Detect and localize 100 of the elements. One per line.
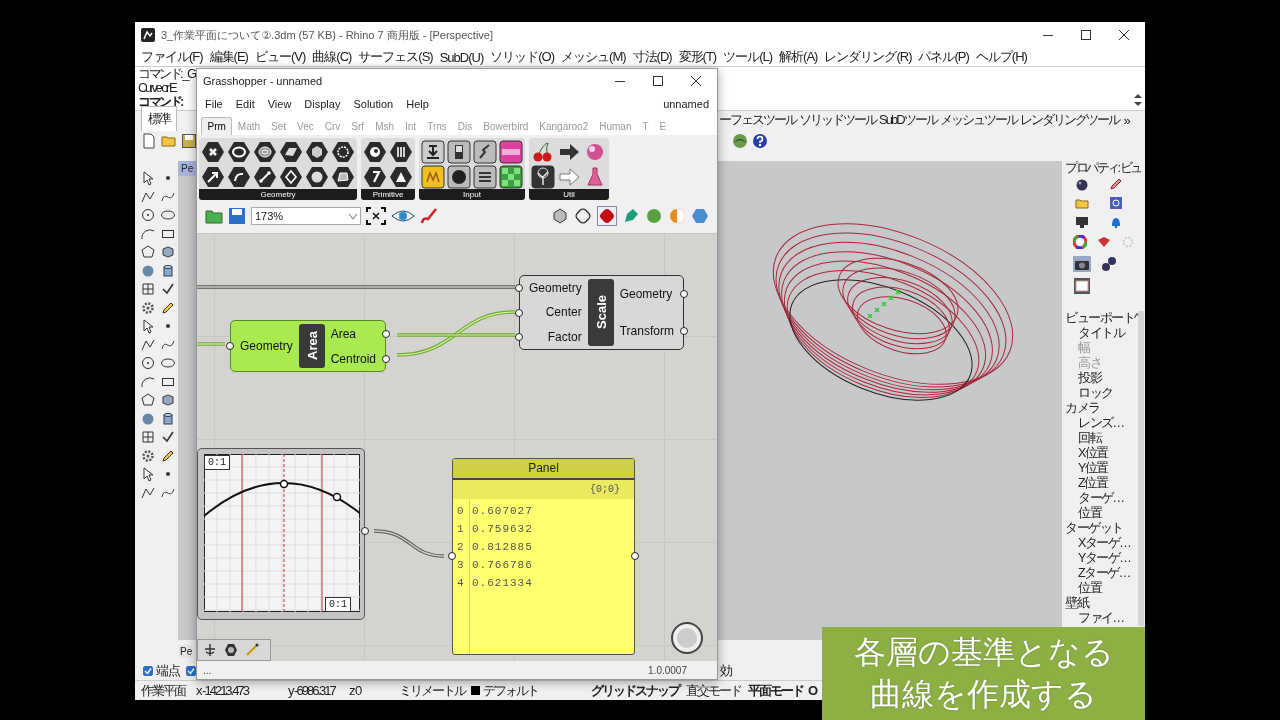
- grid-icon[interactable]: [140, 429, 156, 446]
- status-toggle[interactable]: O: [805, 681, 819, 700]
- scroll-arrows-icon[interactable]: [1134, 94, 1142, 106]
- hexagon-icon[interactable]: [279, 165, 303, 189]
- menu-item[interactable]: パネル(P): [918, 48, 969, 66]
- brush-icon[interactable]: [420, 207, 438, 225]
- button-icon[interactable]: [447, 165, 471, 189]
- toolbar-tab[interactable]: ーフェスツール: [719, 109, 796, 131]
- wire-preview-icon[interactable]: [574, 207, 592, 225]
- menu-item[interactable]: File: [205, 98, 223, 110]
- hexagon-icon[interactable]: [227, 140, 251, 164]
- ball-icon[interactable]: [645, 207, 663, 225]
- zoom-dropdown[interactable]: 173%: [251, 207, 361, 225]
- maximize-icon[interactable]: [653, 76, 663, 86]
- menu-item[interactable]: 曲線(C): [312, 48, 352, 66]
- property-item[interactable]: Yターゲ…: [1065, 551, 1139, 566]
- property-item[interactable]: Z位置: [1065, 476, 1139, 491]
- status-toggle[interactable]: 平面モード: [742, 681, 805, 700]
- group-label[interactable]: Geometry: [199, 189, 357, 200]
- polygon-icon[interactable]: [140, 392, 156, 409]
- toolbar-tab[interactable]: 標準: [141, 106, 177, 131]
- save-icon[interactable]: [228, 207, 246, 225]
- property-item[interactable]: レンズ…: [1065, 416, 1139, 431]
- globe-icon[interactable]: [732, 133, 748, 149]
- eye-icon[interactable]: [391, 209, 415, 223]
- cylinder-icon[interactable]: [160, 410, 176, 427]
- toolbar-tab[interactable]: メッシュツール: [939, 109, 1017, 131]
- menu-item[interactable]: サーフェス(S): [358, 48, 433, 66]
- menu-item[interactable]: ソリッド(O): [490, 48, 555, 66]
- cursor-icon[interactable]: [140, 170, 156, 187]
- menu-item[interactable]: Display: [304, 98, 341, 110]
- input-port[interactable]: [515, 284, 523, 293]
- viewport-tab[interactable]: Pe: [179, 644, 194, 658]
- output-port[interactable]: [382, 354, 391, 363]
- toolbar-tab[interactable]: SubDツール: [879, 109, 937, 131]
- property-item[interactable]: Y位置: [1065, 461, 1139, 476]
- compass-icon[interactable]: [670, 621, 704, 655]
- menu-item[interactable]: Solution: [353, 98, 394, 110]
- ribbon-tab[interactable]: Prm: [201, 117, 233, 135]
- output-port[interactable]: [679, 326, 688, 335]
- hexagon-icon[interactable]: [279, 140, 303, 164]
- property-item[interactable]: 投影: [1065, 371, 1139, 386]
- menu-item[interactable]: ファイル(F): [141, 48, 203, 66]
- wand-icon[interactable]: [245, 643, 259, 657]
- camera-icon[interactable]: [1073, 256, 1091, 272]
- hexagon-icon[interactable]: [331, 140, 355, 164]
- spheres-icon[interactable]: [1101, 256, 1117, 272]
- list-icon[interactable]: [473, 165, 497, 189]
- input-port[interactable]: [515, 308, 523, 317]
- hexagon-icon[interactable]: [201, 165, 225, 189]
- checkbox[interactable]: [143, 666, 153, 676]
- hexagon-icon[interactable]: [305, 140, 329, 164]
- grid-icon[interactable]: [140, 281, 156, 298]
- polygon-icon[interactable]: [140, 244, 156, 261]
- color-wheel-icon[interactable]: [1073, 235, 1087, 249]
- hexagon-icon[interactable]: [305, 165, 329, 189]
- help-icon[interactable]: [752, 133, 768, 149]
- viewport-frame-icon[interactable]: [1073, 277, 1091, 295]
- layer-indicator[interactable]: デフォルト: [465, 681, 585, 700]
- pivot-icon[interactable]: [203, 643, 217, 657]
- cursor-icon[interactable]: [140, 318, 156, 335]
- panel-node[interactable]: Panel {0;0} 0 0.607027 1 0.759632 2 0.812885 3 0.766786 4 0.621334: [452, 458, 635, 655]
- checker-icon[interactable]: [499, 165, 523, 189]
- hexagon-icon[interactable]: [253, 140, 277, 164]
- property-group[interactable]: 壁紙: [1065, 596, 1139, 611]
- gear-icon[interactable]: [140, 299, 156, 316]
- hexagon-icon[interactable]: [227, 165, 251, 189]
- viewport-label[interactable]: Pe: [178, 161, 197, 176]
- tree-icon[interactable]: [531, 165, 555, 189]
- property-item[interactable]: ファイ…: [1065, 611, 1139, 626]
- property-item[interactable]: ロック: [1065, 386, 1139, 401]
- hexagon-icon[interactable]: [331, 165, 355, 189]
- graph-icon[interactable]: [421, 165, 445, 189]
- property-item[interactable]: 回転: [1065, 431, 1139, 446]
- half-shaded-ball-icon[interactable]: [668, 207, 686, 225]
- property-item[interactable]: Zターゲ…: [1065, 566, 1139, 581]
- hexagon-icon[interactable]: [389, 140, 413, 164]
- input-port[interactable]: [448, 552, 456, 560]
- output-port[interactable]: [361, 527, 369, 535]
- status-toggle[interactable]: 直交モード: [680, 681, 742, 700]
- cylinder-icon[interactable]: [160, 262, 176, 279]
- slider-icon[interactable]: [473, 140, 497, 164]
- menu-item[interactable]: View: [267, 98, 292, 110]
- graph-mapper-node[interactable]: 0:1 0:1: [197, 448, 365, 620]
- gradient-icon[interactable]: [499, 140, 523, 164]
- output-port[interactable]: [382, 329, 391, 338]
- property-item[interactable]: 位置: [1065, 581, 1139, 596]
- menu-item[interactable]: Edit: [235, 98, 255, 110]
- cursor-icon[interactable]: [140, 466, 156, 483]
- close-icon[interactable]: [1119, 30, 1129, 40]
- circle-icon[interactable]: [140, 355, 156, 372]
- maximize-icon[interactable]: [1081, 30, 1091, 40]
- save-icon[interactable]: [181, 133, 197, 149]
- folder-icon[interactable]: [205, 207, 223, 225]
- input-port[interactable]: [226, 342, 234, 350]
- menu-item[interactable]: 寸法(D): [632, 48, 672, 66]
- group-label[interactable]: Input: [419, 189, 525, 200]
- menu-item[interactable]: SubD(U): [439, 49, 484, 65]
- solid-preview-icon[interactable]: [597, 206, 617, 226]
- pen-icon[interactable]: [622, 207, 640, 225]
